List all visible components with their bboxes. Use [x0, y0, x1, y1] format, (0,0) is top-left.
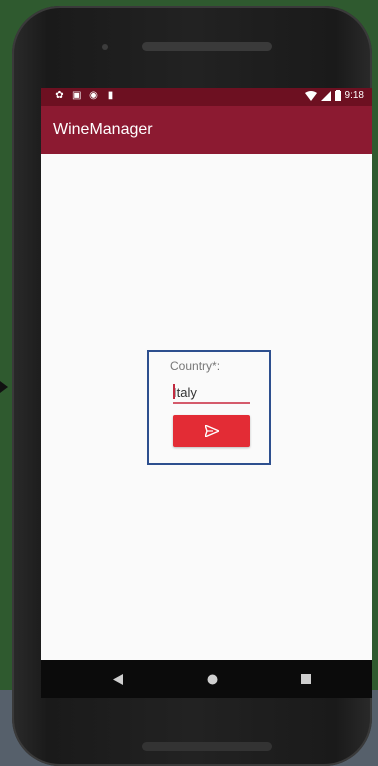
country-label: Country*:: [170, 359, 221, 373]
main-content: Country*:: [41, 154, 372, 660]
signal-icon: [320, 90, 331, 101]
home-button[interactable]: [201, 668, 223, 690]
status-system-icons: 9:18: [304, 90, 364, 101]
recents-button[interactable]: [295, 668, 317, 690]
battery-icon: [334, 90, 341, 101]
phone-frame: ✿ ▣ ◉ ▮ 9:18 WineManager Country*: Italy: [12, 6, 372, 766]
device-screen: ✿ ▣ ◉ ▮ 9:18 WineManager Country*: Italy: [41, 88, 372, 698]
app-bar: WineManager: [41, 106, 372, 154]
wifi-icon: [304, 90, 317, 101]
back-icon: [113, 673, 123, 685]
recents-icon: [301, 674, 311, 684]
country-input[interactable]: [173, 382, 250, 404]
home-icon: [207, 674, 217, 684]
sd-card-icon: ▣: [72, 90, 82, 101]
status-bar: ✿ ▣ ◉ ▮ 9:18: [41, 88, 372, 106]
send-button[interactable]: [173, 415, 250, 447]
status-notification-icons: ✿ ▣ ◉ ▮: [55, 90, 115, 101]
back-button[interactable]: [107, 668, 129, 690]
text-cursor: [173, 384, 175, 399]
app-title: WineManager: [53, 121, 153, 138]
bottom-speaker: [142, 742, 272, 751]
sim-icon: ▮: [107, 90, 114, 101]
pointer-arrow-icon: [0, 381, 8, 393]
front-camera: [102, 44, 108, 50]
earpiece: [142, 42, 272, 51]
circle-icon: ◉: [89, 90, 98, 101]
settings-icon: ✿: [55, 90, 64, 101]
status-time: 9:18: [344, 90, 364, 101]
navigation-bar: [41, 660, 372, 698]
send-icon: [204, 425, 219, 437]
